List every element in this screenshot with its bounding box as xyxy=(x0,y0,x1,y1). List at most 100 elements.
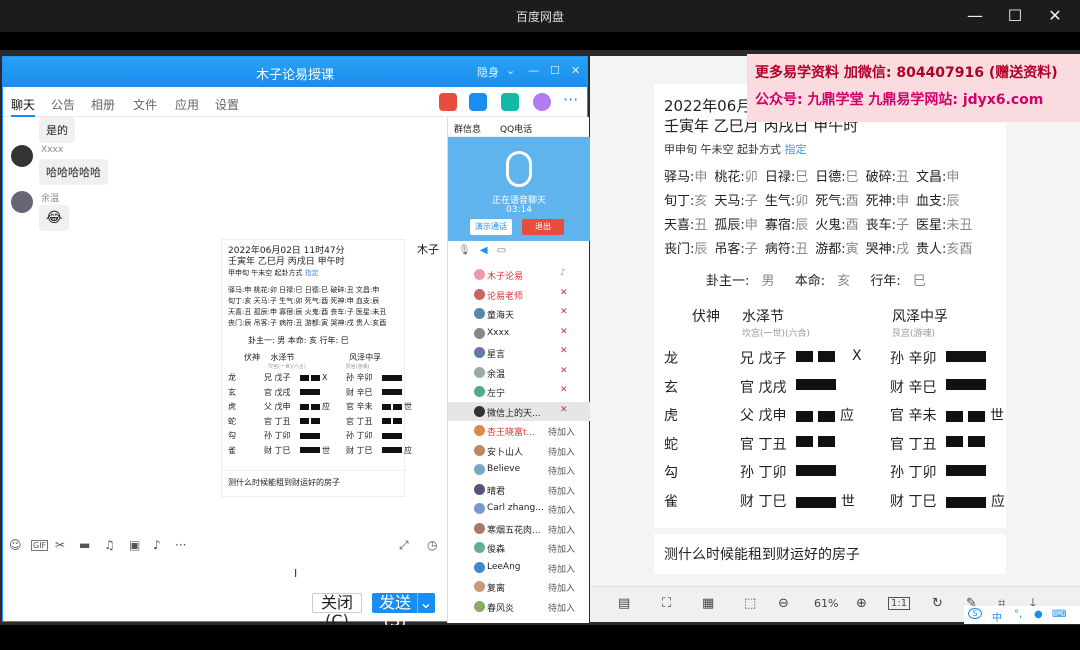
send-options-chevron-icon[interactable]: ⌄ xyxy=(417,593,435,613)
tab-qq-call[interactable]: QQ电话 xyxy=(500,122,532,135)
fit-icon[interactable]: ⬚ xyxy=(744,596,756,611)
tab-files[interactable]: 文件 xyxy=(133,96,157,113)
rotate-icon[interactable]: ↻ xyxy=(932,596,943,611)
expand-icon[interactable]: ⤢ xyxy=(399,538,409,553)
card-yao-left: 父 戊申 xyxy=(264,402,291,411)
tab-settings[interactable]: 设置 xyxy=(215,96,239,113)
folder-icon[interactable]: ▬ xyxy=(79,538,90,552)
bell-off-icon[interactable]: ♪ xyxy=(153,538,161,552)
shensha-label: 火鬼: xyxy=(815,218,846,233)
tab-notice[interactable]: 公告 xyxy=(51,96,75,113)
member-item[interactable]: LeeAng 待加入 xyxy=(448,558,590,578)
shensha-value: 辰 xyxy=(795,218,809,233)
tab-group-info[interactable]: 群信息 xyxy=(454,122,481,135)
shensha-label: 天喜: xyxy=(664,218,695,233)
maximize-icon[interactable]: ☐ xyxy=(995,4,1035,28)
layout-icon[interactable]: ▤ xyxy=(618,596,630,611)
doc-yao-left: 官 丁丑 xyxy=(740,436,787,453)
doc-sub: 甲申旬 午未空 起卦方式 指定 xyxy=(664,138,996,162)
tab-chat[interactable]: 聊天 xyxy=(11,96,36,117)
member-item[interactable]: 星言 ✕ xyxy=(448,343,590,363)
mic-muted-icon: ✕ xyxy=(560,346,568,356)
member-item[interactable]: 俊森 待加入 xyxy=(448,538,590,558)
member-item[interactable]: Believe 待加入 xyxy=(448,460,590,480)
ocr-icon[interactable]: ▦ xyxy=(702,596,714,611)
shensha-label: 破碎: xyxy=(865,170,897,185)
member-item[interactable]: Carl zhang... 待加入 xyxy=(448,499,590,519)
member-item[interactable]: 安卜山人 待加入 xyxy=(448,441,590,461)
zoom-out-icon[interactable]: ⊖ xyxy=(778,596,789,611)
more-icon[interactable]: ··· xyxy=(563,90,578,109)
yao-line xyxy=(300,403,309,410)
bottom-bar xyxy=(0,625,1080,650)
avatar xyxy=(474,366,485,378)
maximize-icon[interactable]: ☐ xyxy=(550,64,560,77)
member-name: 论易老师 xyxy=(487,291,524,302)
clock-icon[interactable]: ◷ xyxy=(427,538,437,552)
ime-punct-icon[interactable]: °, xyxy=(1014,609,1022,620)
member-item[interactable]: 左宁 ✕ xyxy=(448,382,590,402)
music-icon[interactable]: ♫ xyxy=(104,538,115,552)
member-item[interactable]: 木子论易 ♪ xyxy=(448,265,590,285)
minimize-icon[interactable]: — xyxy=(955,4,995,28)
member-item[interactable]: 童海天 ✕ xyxy=(448,304,590,324)
member-item[interactable]: 论易老师 ✕ xyxy=(448,285,590,305)
ime-voice-icon[interactable]: ● xyxy=(1034,609,1043,620)
member-item[interactable]: 余温 ✕ xyxy=(448,363,590,383)
shensha-value: 申 xyxy=(694,170,708,185)
ime-mode[interactable]: 中 xyxy=(992,609,1002,624)
voice-tabs: 群信息 QQ电话 xyxy=(448,117,589,137)
member-item[interactable]: 微信上的天... ✕ xyxy=(448,401,590,421)
mic-muted-icon: ✕ xyxy=(560,385,568,395)
chevron-down-icon[interactable]: ⌄ xyxy=(506,64,515,77)
add-icon[interactable] xyxy=(533,93,551,111)
close-icon[interactable]: ✕ xyxy=(1035,4,1075,28)
screen-share-icon[interactable] xyxy=(501,93,519,111)
card-gua-header: 伏神 水泽节 风泽中孚 xyxy=(228,352,398,363)
video-call-icon[interactable] xyxy=(469,93,487,111)
ime-logo-icon[interactable]: S xyxy=(968,608,982,619)
shensha-label: 旬丁: xyxy=(664,194,695,209)
exit-call-button[interactable]: 退出 xyxy=(522,219,564,235)
doc-god: 龙 xyxy=(664,351,678,367)
shensha-value: 卯 xyxy=(744,170,758,185)
member-item[interactable]: 寒烟五花肉... 待加入 xyxy=(448,519,590,539)
more-icon[interactable]: ··· xyxy=(175,538,186,552)
doc-sub-link[interactable]: 指定 xyxy=(785,143,807,156)
tab-album[interactable]: 相册 xyxy=(91,96,115,113)
avatar[interactable] xyxy=(11,191,33,213)
demo-call-button[interactable]: 演示通话 xyxy=(470,219,512,235)
scan-icon[interactable]: ⛶ xyxy=(662,596,671,611)
doc-question: 测什么时候能租到财运好的房子 xyxy=(654,534,1006,574)
status-label[interactable]: 隐身 xyxy=(477,64,499,80)
member-item[interactable]: 春风炎 待加入 xyxy=(448,597,590,617)
avatar[interactable] xyxy=(11,145,33,167)
doc-yao-right-mark: 应 xyxy=(991,494,1005,510)
scissors-icon[interactable]: ✂ xyxy=(55,538,65,552)
speaker-icon[interactable]: ◀ xyxy=(480,245,488,256)
image-icon[interactable]: ▣ xyxy=(129,538,140,552)
gif-icon[interactable]: GIF xyxy=(31,540,49,551)
member-item[interactable]: 晴君 待加入 xyxy=(448,480,590,500)
member-name: 童海天 xyxy=(487,311,515,321)
shensha-label: 血支: xyxy=(916,194,947,209)
member-item[interactable]: 复离 待加入 xyxy=(448,577,590,597)
member-item[interactable]: Xxxx ✕ xyxy=(448,324,590,344)
minimize-icon[interactable]: — xyxy=(528,64,539,77)
close-button[interactable]: 关闭(C) xyxy=(312,593,362,630)
close-icon[interactable]: ✕ xyxy=(571,64,580,77)
phone-icon[interactable] xyxy=(439,93,457,111)
doc-info-value: 巳 xyxy=(912,274,926,289)
zoom-in-icon[interactable]: ⊕ xyxy=(856,596,867,611)
emoji-icon[interactable]: ☺ xyxy=(9,538,22,552)
shensha-value: 辰 xyxy=(946,194,960,209)
shensha-value: 子 xyxy=(744,242,758,257)
member-item[interactable]: 杏王晓富t... 待加入 xyxy=(448,421,590,441)
card-god: 雀 xyxy=(228,445,236,455)
mic-icon[interactable]: 🎙 xyxy=(458,245,471,256)
actual-size-icon[interactable]: 1:1 xyxy=(888,597,911,610)
tab-apps[interactable]: 应用 xyxy=(175,96,199,113)
ime-keyboard-icon[interactable]: ⌨ xyxy=(1052,609,1066,620)
send-button[interactable]: 发送(S) xyxy=(372,593,418,630)
camera-icon[interactable]: ▭ xyxy=(497,245,506,256)
